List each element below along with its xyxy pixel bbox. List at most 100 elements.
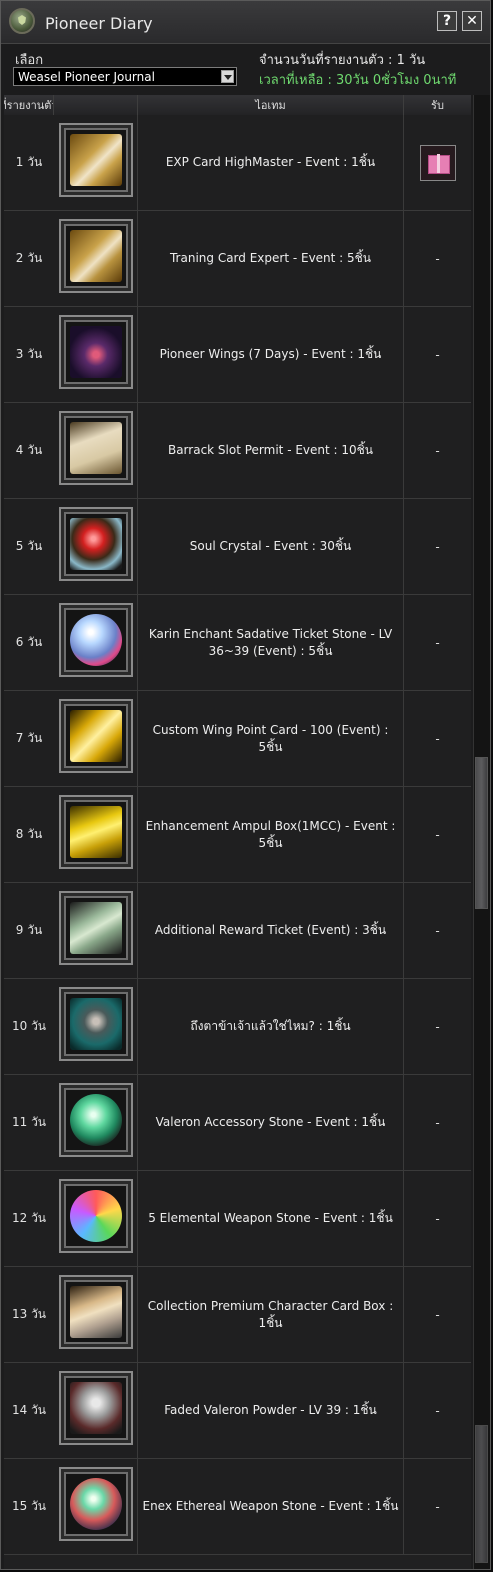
item-slot[interactable] (59, 987, 133, 1061)
item-slot[interactable] (59, 123, 133, 197)
close-button[interactable]: ✕ (462, 11, 482, 31)
table-row: 5 วัน Soul Crystal - Event : 30ชิ้น - (4, 499, 471, 595)
row-receive (404, 115, 471, 210)
table-row: 10 วัน ถึงตาข้าเจ้าแล้วใช่ไหม? : 1ชิ้น - (4, 979, 471, 1075)
table-row: 15 วัน Enex Ethereal Weapon Stone - Even… (4, 1459, 471, 1555)
row-receive: - (435, 827, 440, 842)
table-row: 2 วัน Traning Card Expert - Event : 5ชิ้… (4, 211, 471, 307)
item-slot[interactable] (59, 1275, 133, 1349)
table-row: 14 วัน Faded Valeron Powder - LV 39 : 1ช… (4, 1363, 471, 1459)
row-item-name: Custom Wing Point Card - 100 (Event) : 5… (138, 691, 404, 786)
row-item-name: Barrack Slot Permit - Event : 10ชิ้น (138, 403, 404, 498)
row-day: 8 วัน (15, 827, 43, 841)
header-day: ที่รายงานตัว (4, 95, 54, 115)
row-day: 10 วัน (11, 1019, 47, 1033)
row-item-name: Collection Premium Character Card Box : … (138, 1267, 404, 1362)
row-day: 15 วัน (11, 1499, 47, 1513)
scrollbar-thumb[interactable] (475, 757, 488, 909)
row-receive: - (435, 923, 440, 938)
item-slot[interactable] (59, 1371, 133, 1445)
row-item-name: EXP Card HighMaster - Event : 1ชิ้น (138, 115, 404, 210)
row-item-name: Faded Valeron Powder - LV 39 : 1ชิ้น (138, 1363, 404, 1458)
row-day: 13 วัน (11, 1307, 47, 1321)
header-receive: รับ (431, 99, 444, 112)
row-day: 12 วัน (11, 1211, 47, 1225)
row-item-name: Enhancement Ampul Box(1MCC) - Event : 5ช… (138, 787, 404, 882)
training-card-icon (70, 230, 122, 282)
chevron-down-icon[interactable] (221, 70, 234, 83)
character-icon (70, 998, 122, 1050)
row-day: 2 วัน (15, 251, 43, 265)
enchant-stone-icon (70, 614, 122, 666)
journal-dropdown[interactable]: Weasel Pioneer Journal (13, 67, 237, 86)
pioneer-diary-window: Pioneer Diary ? ✕ เลือก Weasel Pioneer J… (0, 0, 491, 1570)
table-rows: 1 วัน EXP Card HighMaster - Event : 1ชิ้… (4, 115, 471, 1555)
scrollbar-thumb-lower[interactable] (475, 1425, 488, 1563)
row-day: 14 วัน (11, 1403, 47, 1417)
elemental-stone-icon (70, 1190, 122, 1242)
table-row: 8 วัน Enhancement Ampul Box(1MCC) - Even… (4, 787, 471, 883)
row-item-name: Traning Card Expert - Event : 5ชิ้น (138, 211, 404, 306)
table-row: 7 วัน Custom Wing Point Card - 100 (Even… (4, 691, 471, 787)
item-slot[interactable] (59, 699, 133, 773)
item-slot[interactable] (59, 1467, 133, 1541)
powder-bag-icon (70, 1382, 122, 1434)
item-slot[interactable] (59, 411, 133, 485)
row-receive: - (435, 1403, 440, 1418)
table-row: 11 วัน Valeron Accessory Stone - Event :… (4, 1075, 471, 1171)
row-receive: - (435, 1211, 440, 1226)
row-receive: - (435, 1019, 440, 1034)
row-day: 3 วัน (15, 347, 43, 361)
row-receive: - (435, 635, 440, 650)
card-box-icon (70, 1286, 122, 1338)
gold-box-icon (70, 806, 122, 858)
wings-icon (70, 326, 122, 378)
table-header: ที่รายงานตัว ไอเทม รับ (4, 95, 471, 116)
row-day: 5 วัน (15, 539, 43, 553)
item-slot[interactable] (59, 315, 133, 389)
row-receive: - (435, 251, 440, 266)
row-item-name: Karin Enchant Sadative Ticket Stone - LV… (138, 595, 404, 690)
dropdown-value: Weasel Pioneer Journal (18, 70, 155, 84)
row-receive: - (435, 1115, 440, 1130)
table-row: 12 วัน 5 Elemental Weapon Stone - Event … (4, 1171, 471, 1267)
item-slot[interactable] (59, 219, 133, 293)
item-slot[interactable] (59, 795, 133, 869)
gold-card-icon (70, 710, 122, 762)
shield-emblem-icon (9, 8, 35, 34)
item-slot[interactable] (59, 1179, 133, 1253)
row-receive: - (435, 347, 440, 362)
row-day: 6 วัน (15, 635, 43, 649)
table-row: 3 วัน Pioneer Wings (7 Days) - Event : 1… (4, 307, 471, 403)
row-day: 1 วัน (15, 155, 43, 169)
row-day: 11 วัน (11, 1115, 47, 1129)
days-reported-text: จำนวนวันที่รายงานตัว : 1 วัน (259, 53, 426, 68)
row-receive: - (435, 443, 440, 458)
item-slot[interactable] (59, 603, 133, 677)
row-receive: - (435, 1307, 440, 1322)
window-title: Pioneer Diary (45, 14, 153, 33)
row-item-name: 5 Elemental Weapon Stone - Event : 1ชิ้น (138, 1171, 404, 1266)
table-row: 9 วัน Additional Reward Ticket (Event) :… (4, 883, 471, 979)
item-slot[interactable] (59, 1083, 133, 1157)
item-slot[interactable] (59, 507, 133, 581)
gift-box-icon[interactable] (419, 144, 456, 181)
rewards-table: ที่รายงานตัว ไอเทม รับ 1 วัน EXP Card Hi… (4, 95, 471, 1569)
row-day: 7 วัน (15, 731, 43, 745)
row-item-name: Soul Crystal - Event : 30ชิ้น (138, 499, 404, 594)
accessory-stone-icon (70, 1094, 122, 1146)
row-item-name: ถึงตาข้าเจ้าแล้วใช่ไหม? : 1ชิ้น (138, 979, 404, 1074)
row-receive: - (435, 731, 440, 746)
row-day: 9 วัน (15, 923, 43, 937)
row-item-name: Enex Ethereal Weapon Stone - Event : 1ชิ… (138, 1459, 404, 1554)
table-row: 1 วัน EXP Card HighMaster - Event : 1ชิ้… (4, 115, 471, 211)
row-item-name: Pioneer Wings (7 Days) - Event : 1ชิ้น (138, 307, 404, 402)
title-bar[interactable]: Pioneer Diary ? ✕ (1, 1, 490, 44)
row-item-name: Valeron Accessory Stone - Event : 1ชิ้น (138, 1075, 404, 1170)
header-icon-spacer (54, 95, 138, 115)
help-button[interactable]: ? (437, 11, 457, 31)
scrollbar[interactable] (473, 95, 490, 1569)
exp-card-icon (70, 134, 122, 186)
item-slot[interactable] (59, 891, 133, 965)
soul-crystal-icon (70, 518, 122, 570)
